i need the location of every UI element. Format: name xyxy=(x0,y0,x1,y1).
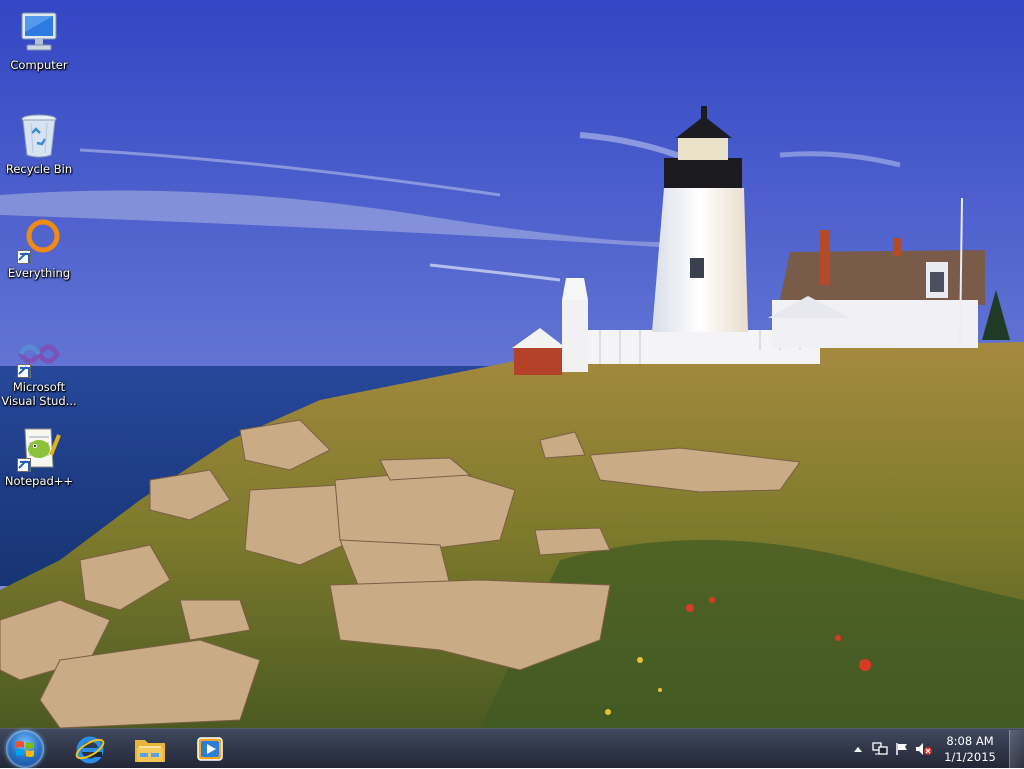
desktop-wallpaper xyxy=(0,0,1024,768)
desktop-icon-visual-studio[interactable]: Microsoft Visual Stud... xyxy=(1,330,77,408)
network-icon[interactable] xyxy=(869,738,891,760)
desktop-icon-everything[interactable]: Everything xyxy=(1,216,77,280)
everything-search-icon xyxy=(15,216,63,264)
shortcut-arrow-icon xyxy=(17,250,31,264)
desktop-icon-recycle-bin[interactable]: Recycle Bin xyxy=(1,112,77,176)
desktop-icon-label: Notepad++ xyxy=(4,474,74,488)
media-player-icon xyxy=(197,737,223,761)
action-center-flag-icon[interactable] xyxy=(891,738,913,760)
taskbar-pin-internet-explorer[interactable] xyxy=(62,731,118,767)
recycle-bin-icon xyxy=(15,112,63,160)
desktop-icon-label: Microsoft Visual Stud... xyxy=(1,380,77,408)
folder-icon xyxy=(135,740,165,762)
windows-logo-icon xyxy=(16,741,34,757)
notification-area: 8:08 AM 1/1/2015 xyxy=(847,729,1024,769)
taskbar-clock[interactable]: 8:08 AM 1/1/2015 xyxy=(935,733,1005,765)
desktop-icon-label: Recycle Bin xyxy=(5,162,73,176)
clock-time: 8:08 AM xyxy=(946,734,994,748)
desktop-icon-label: Everything xyxy=(7,266,71,280)
show-desktop-button[interactable] xyxy=(1009,730,1024,768)
start-button[interactable] xyxy=(6,730,44,768)
computer-icon xyxy=(15,8,63,56)
internet-explorer-icon xyxy=(75,736,105,764)
volume-muted-icon[interactable] xyxy=(913,738,935,760)
desktop-icon-label: Computer xyxy=(10,58,68,72)
taskbar-pin-windows-explorer[interactable] xyxy=(122,731,178,767)
shortcut-arrow-icon xyxy=(17,364,31,378)
shortcut-arrow-icon xyxy=(17,458,31,472)
show-hidden-icons-arrow[interactable] xyxy=(847,738,869,760)
taskbar: 8:08 AM 1/1/2015 xyxy=(0,728,1024,768)
desktop-icon-notepad-plus-plus[interactable]: Notepad++ xyxy=(1,424,77,488)
notepad-plus-plus-icon xyxy=(15,424,63,472)
taskbar-pin-media-player[interactable] xyxy=(182,731,238,767)
clock-date: 1/1/2015 xyxy=(944,750,996,764)
visual-studio-icon xyxy=(15,330,63,378)
desktop-icon-computer[interactable]: Computer xyxy=(1,8,77,72)
